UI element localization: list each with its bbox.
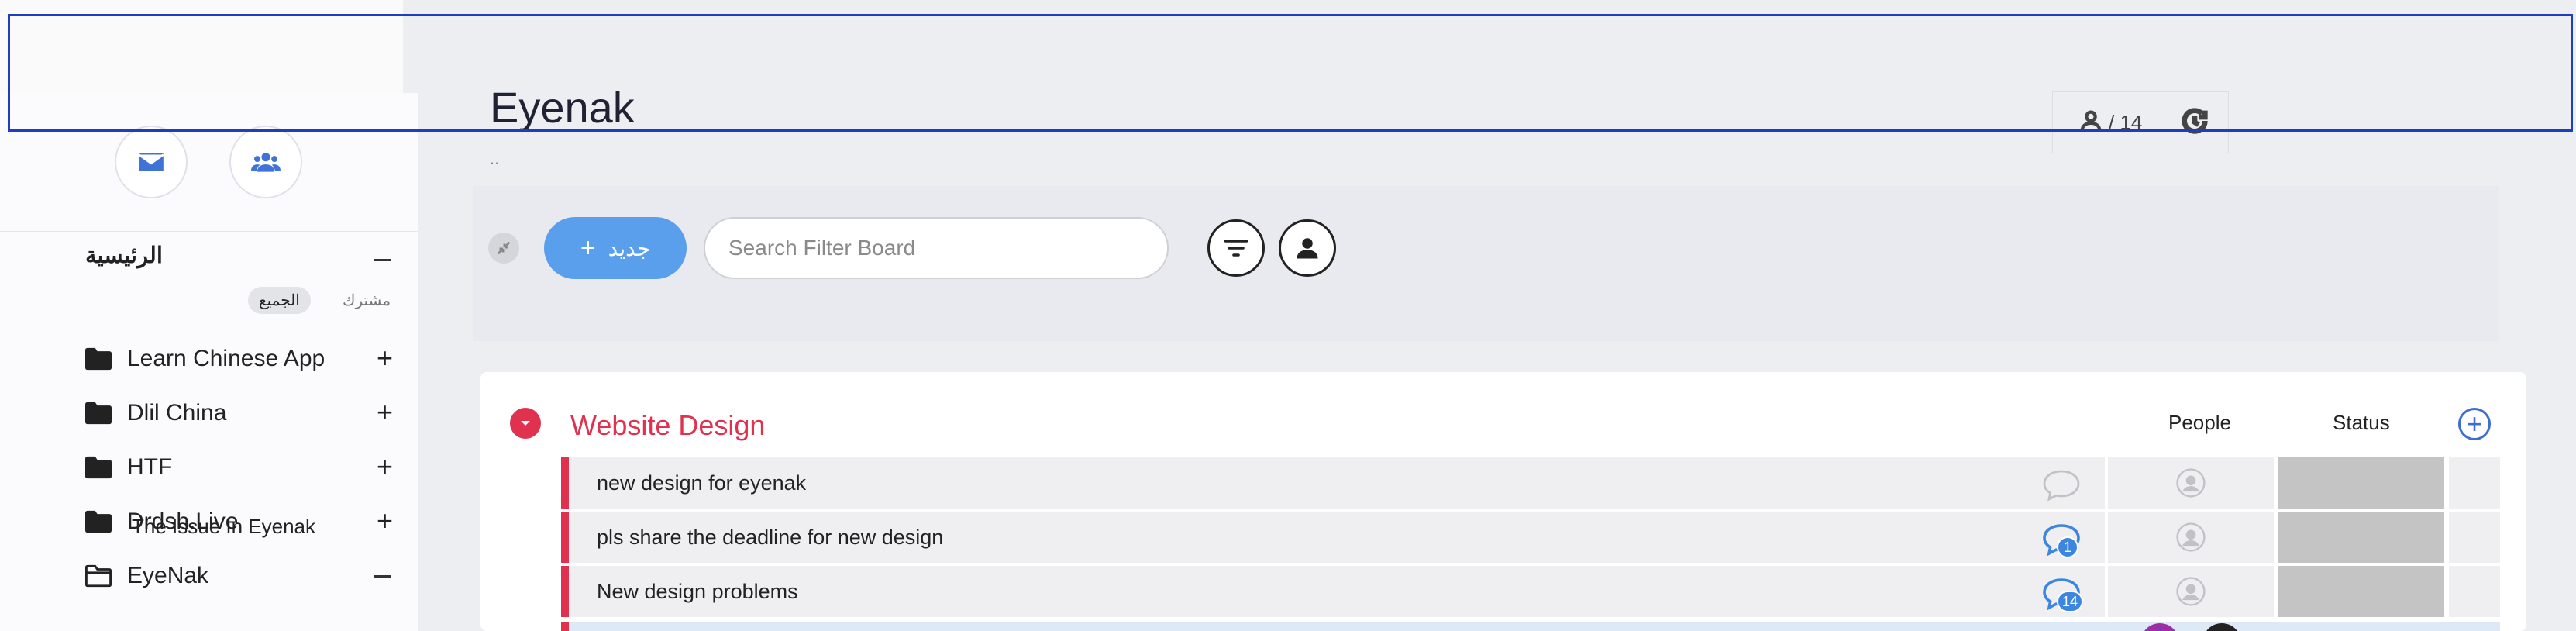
collapse-icon xyxy=(497,241,511,255)
new-item-button[interactable]: + جديد xyxy=(544,217,687,279)
column-header-status[interactable]: Status xyxy=(2333,411,2390,435)
folder-open-icon xyxy=(85,564,112,588)
member-count: / 14 xyxy=(2109,110,2143,134)
folder-icon xyxy=(85,510,112,533)
search-input[interactable] xyxy=(704,217,1169,279)
board-subtitle: .. xyxy=(490,149,500,168)
table-row[interactable]: new design for eyenak xyxy=(561,457,2500,509)
members-button[interactable] xyxy=(2078,108,2104,138)
filter-icon xyxy=(1224,240,1248,257)
sidebar-item-label: Learn Chinese App xyxy=(127,346,325,371)
team-button[interactable] xyxy=(229,126,302,198)
group-collapse-button[interactable] xyxy=(510,408,541,439)
group-title[interactable]: Website Design xyxy=(570,409,765,442)
add-column-button[interactable]: + xyxy=(2458,408,2491,440)
collapse-home-button[interactable] xyxy=(374,259,391,261)
filter-shared[interactable]: مشترك xyxy=(332,287,401,314)
status-cell[interactable] xyxy=(2278,457,2444,509)
table-row[interactable]: New design problems 14 xyxy=(561,566,2500,617)
comment-count-badge: 14 xyxy=(2057,591,2084,612)
home-title: الرئيسية xyxy=(85,243,163,268)
board-info-box: / 14 xyxy=(2052,91,2229,153)
user-icon xyxy=(2080,110,2102,131)
item-name-cell[interactable]: pls share the deadline for new design xyxy=(561,512,2105,563)
collapse-all-button[interactable] xyxy=(488,233,519,264)
sidebar-item-label: EyeNak xyxy=(127,563,209,588)
plus-icon: + xyxy=(580,233,596,263)
activity-history-button[interactable] xyxy=(2179,105,2210,140)
comment-count-badge: 1 xyxy=(2057,536,2078,558)
extra-cell xyxy=(2449,457,2500,509)
new-item-label: جديد xyxy=(608,236,651,260)
extra-cell xyxy=(2449,566,2500,617)
mail-button[interactable] xyxy=(115,126,188,198)
sidebar-subitem-issue[interactable]: The Issue In Eyenak xyxy=(132,515,315,539)
sidebar-item-dlil-china[interactable]: Dlil China xyxy=(85,394,226,433)
plus-icon: + xyxy=(2466,408,2483,440)
column-header-people[interactable]: People xyxy=(2168,411,2231,435)
table-row[interactable]: pls share the deadline for new design 1 xyxy=(561,512,2500,563)
item-name: New design problems xyxy=(597,580,798,603)
filter-button[interactable] xyxy=(1207,219,1265,277)
folder-icon xyxy=(85,347,112,371)
board-title: Eyenak xyxy=(490,83,635,132)
expand-button[interactable]: + xyxy=(377,398,393,426)
sidebar-header xyxy=(0,0,403,93)
people-cell[interactable] xyxy=(2108,512,2274,563)
person-icon xyxy=(1297,238,1318,259)
people-cell[interactable] xyxy=(2108,457,2274,509)
sidebar-divider xyxy=(0,231,418,232)
sidebar-item-learn-chinese-app[interactable]: Learn Chinese App xyxy=(85,340,325,378)
mail-icon xyxy=(138,153,164,171)
expand-button[interactable]: + xyxy=(377,507,393,535)
status-cell[interactable] xyxy=(2278,566,2444,617)
sidebar-item-htf[interactable]: HTF xyxy=(85,448,172,487)
people-cell[interactable] xyxy=(2108,566,2274,617)
item-name: new design for eyenak xyxy=(597,471,807,495)
item-name-cell[interactable]: new design for eyenak xyxy=(561,457,2105,509)
extra-cell xyxy=(2449,512,2500,563)
person-filter-button[interactable] xyxy=(1279,219,1336,277)
sidebar: الرئيسية مشترك الجميع Learn Chinese App … xyxy=(0,93,418,631)
comment-icon[interactable] xyxy=(2041,468,2082,502)
user-placeholder-icon xyxy=(2176,522,2206,552)
sidebar-item-label: HTF xyxy=(127,454,173,480)
sidebar-item-label: Dlil China xyxy=(127,400,227,426)
folder-icon xyxy=(85,402,112,425)
history-icon xyxy=(2182,107,2209,134)
collapse-button[interactable] xyxy=(374,575,391,578)
filter-all[interactable]: الجميع xyxy=(248,287,311,314)
user-placeholder-icon xyxy=(2176,468,2206,498)
users-icon xyxy=(251,153,281,172)
folder-icon xyxy=(85,456,112,479)
sidebar-item-eyenak[interactable]: EyeNak xyxy=(85,557,208,595)
user-placeholder-icon xyxy=(2176,577,2206,606)
expand-button[interactable]: + xyxy=(377,453,393,481)
item-name-cell[interactable]: New design problems xyxy=(561,566,2105,617)
chevron-down-icon xyxy=(521,421,530,426)
status-cell[interactable] xyxy=(2278,512,2444,563)
item-name: pls share the deadline for new design xyxy=(597,526,944,549)
expand-button[interactable]: + xyxy=(377,344,393,372)
